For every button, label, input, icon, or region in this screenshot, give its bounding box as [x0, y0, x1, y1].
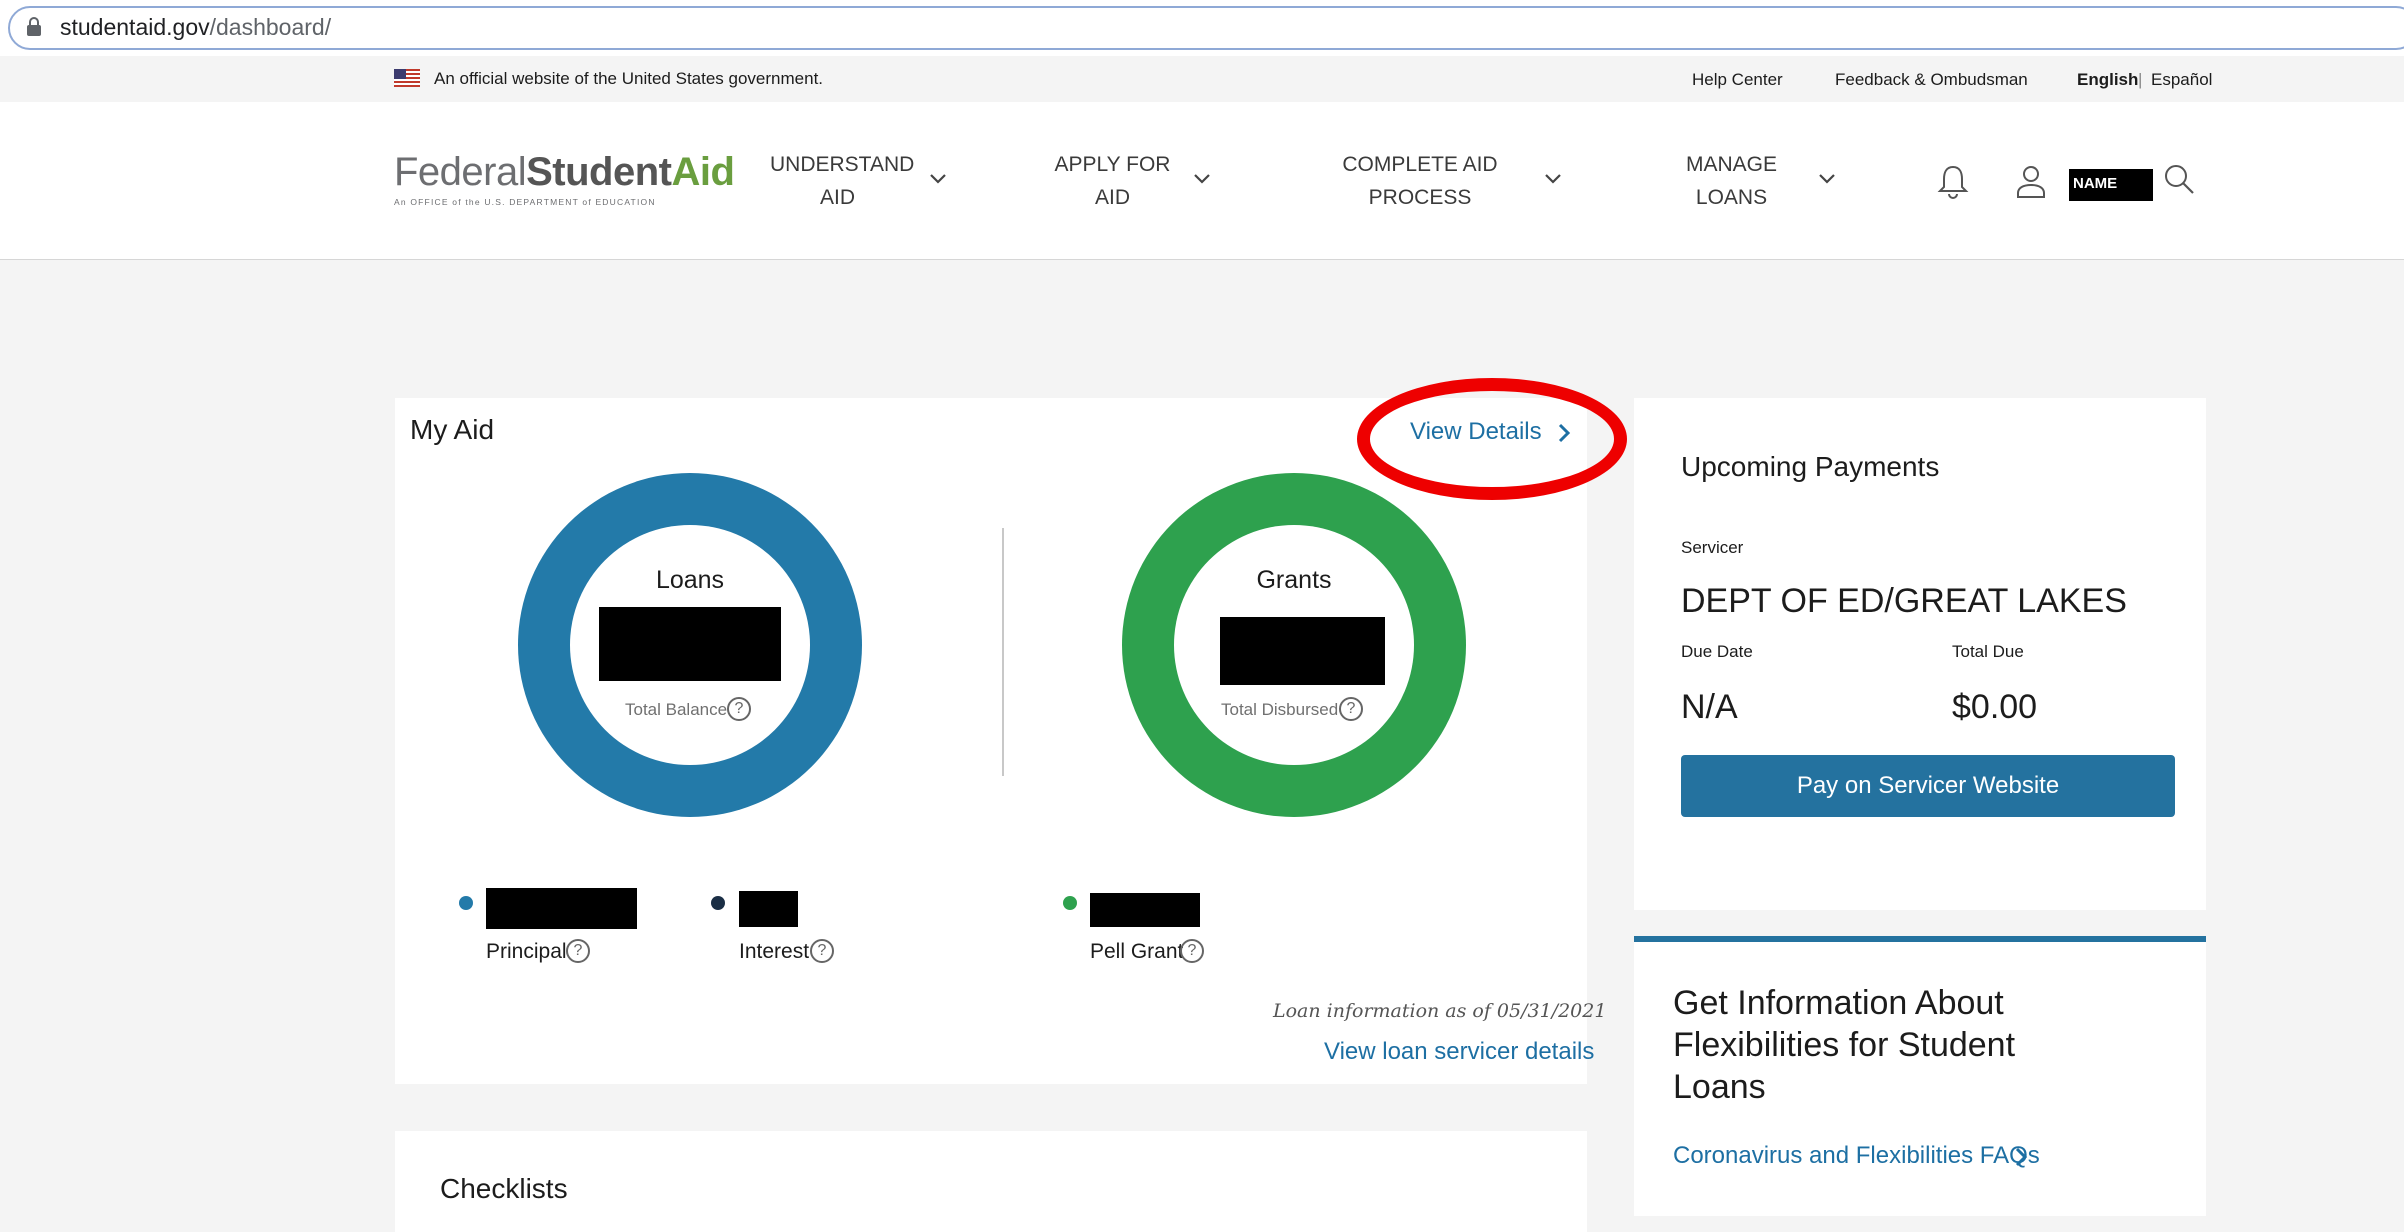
lang-espanol-link[interactable]: Español [2151, 70, 2212, 90]
checklists-title: Checklists [440, 1173, 568, 1204]
url-text[interactable]: studentaid.gov/dashboard/ [60, 14, 331, 41]
loan-info-date: Loan information as of 05/31/2021 [1273, 1000, 1607, 1022]
help-question-icon[interactable]: ? [566, 939, 590, 963]
interest-amount-redacted [739, 891, 798, 927]
nav-complete-aid-process[interactable]: COMPLETE AID PROCESS [1340, 148, 1500, 214]
my-aid-title: My Aid [410, 414, 495, 445]
bell-icon[interactable] [1937, 163, 1969, 199]
chevron-down-icon[interactable] [1817, 172, 1837, 186]
loans-label: Loans [655, 566, 725, 594]
total-balance-label: Total Balance [625, 700, 728, 719]
total-due-value: $0.00 [1952, 688, 2038, 726]
servicer-label: Servicer [1681, 538, 1744, 557]
search-icon[interactable] [2162, 162, 2196, 196]
logo-aid: Aid [671, 150, 735, 194]
pell-grant-label: Pell Grant [1090, 940, 1184, 963]
pell-grant-dot [1063, 896, 1077, 910]
principal-label: Principal [486, 940, 567, 963]
help-question-icon[interactable]: ? [1180, 939, 1204, 963]
nav-label-line1: COMPLETE AID [1342, 153, 1498, 176]
url-field[interactable] [8, 6, 2404, 50]
coronavirus-faqs-link[interactable]: Coronavirus and Flexibilities FAQs [1673, 1142, 2040, 1170]
browser-address-bar: studentaid.gov/dashboard/ [0, 0, 2404, 56]
nav-apply-for-aid[interactable]: APPLY FOR AID [1045, 148, 1180, 214]
nav-label-line1: APPLY FOR [1054, 153, 1171, 176]
help-center-link[interactable]: Help Center [1692, 70, 1783, 90]
nav-label-line1: UNDERSTAND [770, 153, 915, 176]
nav-label-line2: PROCESS [1368, 186, 1472, 209]
lang-separator: | [2138, 70, 2143, 89]
grants-total-redacted [1220, 617, 1385, 685]
pell-grant-amount-redacted [1090, 893, 1200, 927]
us-flag-icon [394, 69, 420, 87]
chevron-right-icon [2015, 1147, 2028, 1167]
gov-banner-text: An official website of the United States… [434, 69, 824, 88]
help-question-icon[interactable]: ? [1339, 697, 1363, 721]
total-due-label: Total Due [1952, 642, 2024, 661]
fsa-logo[interactable]: FederalStudentAid An OFFICE of the U.S. … [394, 150, 735, 207]
pay-on-servicer-website-button[interactable]: Pay on Servicer Website [1681, 755, 2175, 817]
chevron-down-icon[interactable] [1192, 172, 1212, 186]
logo-subtitle: An OFFICE of the U.S. DEPARTMENT of EDUC… [394, 197, 656, 207]
logo-student: Student [526, 150, 672, 194]
user-icon[interactable] [2015, 163, 2047, 199]
highlight-circle-annotation [1357, 378, 1627, 500]
principal-dot [459, 896, 473, 910]
gov-banner [0, 56, 2404, 102]
due-date-label: Due Date [1681, 642, 1753, 661]
chevron-down-icon[interactable] [1543, 172, 1563, 186]
view-loan-servicer-details-link[interactable]: View loan servicer details [1324, 1038, 1594, 1066]
nav-label-line1: MANAGE [1685, 153, 1777, 176]
upcoming-payments-title: Upcoming Payments [1681, 451, 1940, 482]
info-card-title: Get Information About Flexibilities for … [1673, 984, 2016, 1106]
grants-label: Grants [1256, 566, 1332, 594]
servicer-value: DEPT OF ED/GREAT LAKES [1681, 582, 2127, 620]
info-card-accent-bar [1634, 936, 2206, 942]
nav-label-line2: AID [819, 186, 855, 209]
nav-manage-loans[interactable]: MANAGE LOANS [1680, 148, 1783, 214]
lang-english-link[interactable]: English [2077, 70, 2138, 90]
url-host: studentaid.gov [60, 14, 210, 40]
logo-federal: Federal [394, 150, 527, 194]
principal-amount-redacted [486, 888, 637, 929]
feedback-link[interactable]: Feedback & Ombudsman [1835, 70, 2028, 90]
nav-label-line2: LOANS [1695, 186, 1768, 209]
loans-total-redacted [599, 607, 781, 681]
interest-dot [711, 896, 725, 910]
interest-label: Interest [739, 940, 810, 963]
due-date-value: N/A [1681, 688, 1738, 726]
url-path: /dashboard/ [209, 14, 332, 40]
chevron-down-icon[interactable] [928, 172, 948, 186]
nav-label-line2: AID [1094, 186, 1130, 209]
my-aid-divider [1002, 528, 1004, 776]
total-disbursed-label: Total Disbursed [1221, 700, 1339, 719]
help-question-icon[interactable]: ? [727, 697, 751, 721]
nav-understand-aid[interactable]: UNDERSTAND AID [770, 148, 915, 214]
lock-icon [27, 17, 41, 36]
user-name-redacted[interactable]: NAME [2069, 169, 2153, 201]
help-question-icon[interactable]: ? [810, 939, 834, 963]
coronavirus-faqs-label: Coronavirus and Flexibilities FAQs [1673, 1142, 2040, 1169]
checklists-card [395, 1131, 1587, 1232]
